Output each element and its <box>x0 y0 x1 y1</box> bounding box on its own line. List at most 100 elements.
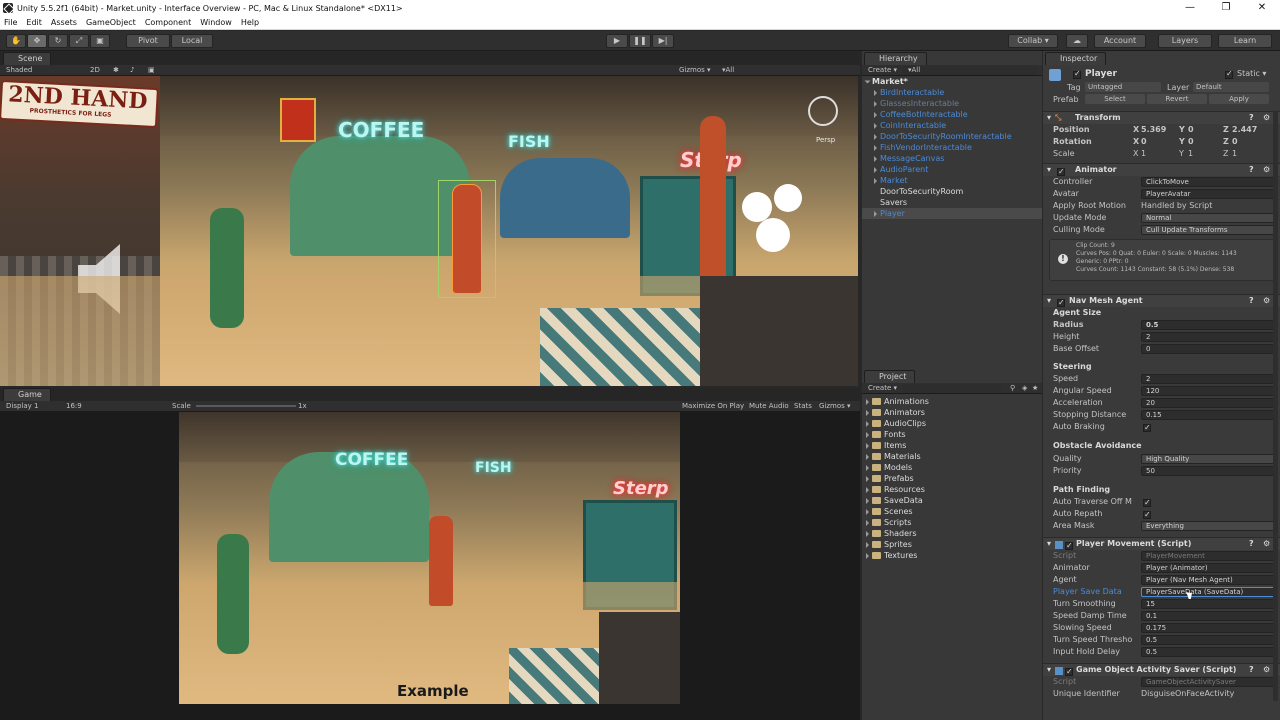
project-search-input[interactable] <box>902 384 1002 393</box>
project-folder[interactable]: Prefabs <box>866 473 914 484</box>
project-folder[interactable]: Sprites <box>866 539 912 550</box>
scene-search-input[interactable]: ▾All <box>722 66 734 74</box>
project-folder[interactable]: Animations <box>866 396 929 407</box>
scene-viewport[interactable]: 2ND HAND PROSTHETICS FOR LEGS COFFEE FIS… <box>0 76 858 386</box>
angular-speed-field[interactable]: 120 <box>1141 386 1276 396</box>
static-dropdown[interactable]: Static ▾ <box>1237 69 1266 78</box>
game-viewport[interactable]: COFFEE FISH Sterp Example <box>179 412 680 704</box>
tab-inspector[interactable]: Inspector <box>1045 52 1107 65</box>
component-settings-icon[interactable]: ⚙ <box>1263 164 1270 176</box>
hierarchy-item[interactable]: Savers <box>880 197 907 208</box>
menu-file[interactable]: File <box>0 18 22 27</box>
local-toggle[interactable]: Local <box>171 34 213 48</box>
cloud-button[interactable]: ☁ <box>1066 34 1088 48</box>
component-settings-icon[interactable]: ⚙ <box>1263 664 1270 676</box>
display-dropdown[interactable]: Display 1 <box>6 402 38 410</box>
stopping-distance-field[interactable]: 0.15 <box>1141 410 1276 420</box>
component-settings-icon[interactable]: ⚙ <box>1263 295 1270 307</box>
shading-mode-dropdown[interactable]: Shaded <box>6 66 32 74</box>
help-icon[interactable]: ? <box>1249 164 1254 176</box>
pivot-toggle[interactable]: Pivot <box>126 34 170 48</box>
scale-slider[interactable] <box>196 405 296 407</box>
favorite-icon[interactable]: ★ <box>1032 384 1038 392</box>
navmesh-header[interactable]: ▾ Nav Mesh Agent ? ⚙ <box>1043 294 1280 309</box>
hierarchy-item[interactable]: FishVendorInteractable <box>874 142 972 153</box>
menu-gameobject[interactable]: GameObject <box>82 18 141 27</box>
project-folder[interactable]: Scripts <box>866 517 911 528</box>
slowing-speed-field[interactable]: 0.175 <box>1141 623 1276 633</box>
project-folder[interactable]: Items <box>866 440 906 451</box>
project-folder[interactable]: AudioClips <box>866 418 926 429</box>
help-icon[interactable]: ? <box>1249 664 1254 676</box>
scale-tool-button[interactable]: ⤢ <box>69 34 89 48</box>
help-icon[interactable]: ? <box>1249 112 1254 124</box>
speed-field[interactable]: 2 <box>1141 374 1276 384</box>
step-button[interactable]: ▶| <box>652 34 674 48</box>
project-folder[interactable]: Resources <box>866 484 925 495</box>
hierarchy-search-input[interactable]: ▾All <box>902 66 1038 75</box>
maximize-button[interactable]: ❐ <box>1208 0 1244 16</box>
animator-ref-field[interactable]: Player (Animator) <box>1141 563 1276 573</box>
filter-type-icon[interactable]: ⚲ <box>1010 384 1015 392</box>
transform-header[interactable]: ▾ ⤡ Transform ? ⚙ <box>1043 111 1280 124</box>
2d-toggle[interactable]: 2D <box>90 66 100 74</box>
scale-z-field[interactable]: 1 <box>1232 148 1237 160</box>
unique-id-field[interactable]: DisguiseOnFaceActivity <box>1141 688 1234 700</box>
static-checkbox[interactable] <box>1225 69 1233 79</box>
hierarchy-item[interactable]: AudioParent <box>874 164 928 175</box>
play-button[interactable]: ▶ <box>606 34 628 48</box>
tab-project[interactable]: Project <box>864 370 916 383</box>
hierarchy-item[interactable]: GlassesInteractable <box>874 98 959 109</box>
save-data-field[interactable]: PlayerSaveData (SaveData) <box>1141 587 1276 597</box>
gameobject-name-field[interactable]: Player <box>1085 69 1117 79</box>
scale-y-field[interactable]: 1 <box>1188 148 1193 160</box>
acceleration-field[interactable]: 20 <box>1141 398 1276 408</box>
hierarchy-item[interactable]: MessageCanvas <box>874 153 944 164</box>
agent-ref-field[interactable]: Player (Nav Mesh Agent) <box>1141 575 1276 585</box>
tab-hierarchy[interactable]: Hierarchy <box>864 52 927 65</box>
hierarchy-item[interactable]: BirdInteractable <box>874 87 944 98</box>
component-settings-icon[interactable]: ⚙ <box>1263 538 1270 550</box>
help-icon[interactable]: ? <box>1249 295 1254 307</box>
rotate-tool-button[interactable]: ↻ <box>48 34 68 48</box>
quality-dropdown[interactable]: High Quality <box>1141 454 1276 464</box>
lighting-icon[interactable]: ✱ <box>113 66 119 74</box>
rotation-y-field[interactable]: 0 <box>1188 136 1194 148</box>
aspect-dropdown[interactable]: 16:9 <box>66 402 82 410</box>
hierarchy-item[interactable]: DoorToSecurityRoomInteractable <box>874 131 1012 142</box>
auto-braking-checkbox[interactable] <box>1143 422 1151 434</box>
gameobject-active-checkbox[interactable] <box>1073 69 1081 79</box>
hierarchy-create-dropdown[interactable]: Create ▾ <box>868 66 897 74</box>
prefab-apply-button[interactable]: Apply <box>1209 94 1269 104</box>
project-folder[interactable]: SaveData <box>866 495 923 506</box>
menu-component[interactable]: Component <box>141 18 196 27</box>
priority-field[interactable]: 50 <box>1141 466 1276 476</box>
prefab-select-button[interactable]: Select <box>1085 94 1145 104</box>
project-folder[interactable]: Shaders <box>866 528 917 539</box>
controller-field[interactable]: ClickToMove <box>1141 177 1276 187</box>
turn-smoothing-field[interactable]: 15 <box>1141 599 1276 609</box>
hierarchy-item[interactable]: DoorToSecurityRoom <box>880 186 963 197</box>
layer-dropdown[interactable]: Default <box>1193 82 1269 92</box>
inspector-scrollbar[interactable] <box>1273 111 1278 701</box>
effects-icon[interactable]: ▣ <box>148 66 155 74</box>
tab-game[interactable]: Game <box>3 388 51 401</box>
project-folder[interactable]: Models <box>866 462 912 473</box>
rotation-z-field[interactable]: 0 <box>1232 136 1238 148</box>
speed-damp-field[interactable]: 0.1 <box>1141 611 1276 621</box>
layout-dropdown[interactable]: Learn <box>1218 34 1272 48</box>
scene-gizmos-dropdown[interactable]: Gizmos ▾ <box>679 66 711 74</box>
minimize-button[interactable]: — <box>1172 0 1208 16</box>
hierarchy-item[interactable]: CoffeeBotInteractable <box>874 109 968 120</box>
position-y-field[interactable]: 0 <box>1188 124 1194 136</box>
scene-orientation-gizmo[interactable] <box>808 96 838 126</box>
rotation-x-field[interactable]: 0 <box>1141 136 1147 148</box>
prefab-revert-button[interactable]: Revert <box>1147 94 1207 104</box>
activity-saver-header[interactable]: ▾ Game Object Activity Saver (Script) ? … <box>1043 663 1280 678</box>
game-gizmos-dropdown[interactable]: Gizmos ▾ <box>819 402 851 410</box>
menu-help[interactable]: Help <box>237 18 264 27</box>
filter-label-icon[interactable]: ◈ <box>1022 384 1027 392</box>
tag-dropdown[interactable]: Untagged <box>1085 82 1161 92</box>
avatar-field[interactable]: PlayerAvatar <box>1141 189 1276 199</box>
update-mode-dropdown[interactable]: Normal <box>1141 213 1276 223</box>
